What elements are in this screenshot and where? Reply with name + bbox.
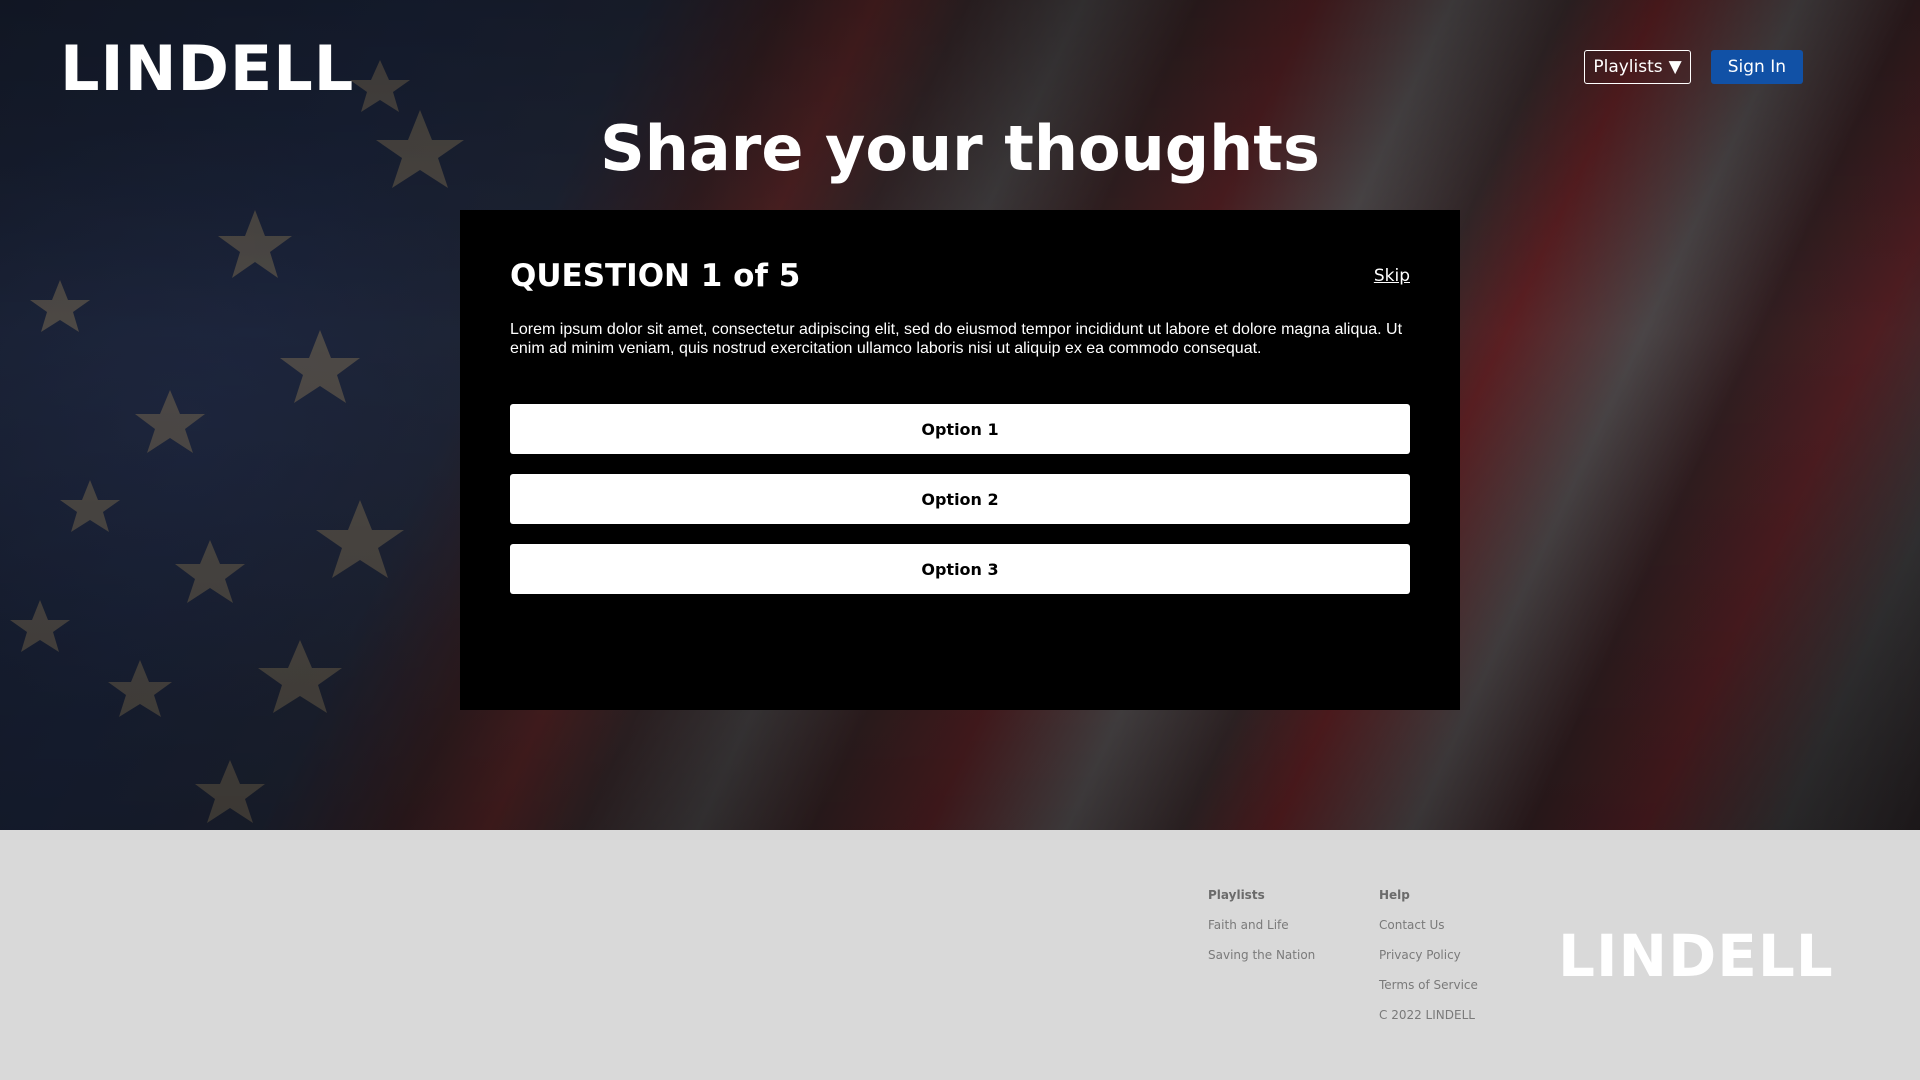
footer-logo[interactable]: LINDELL xyxy=(1558,922,1834,990)
footer-help-heading: Help xyxy=(1379,888,1410,902)
question-counter: QUESTION 1 of 5 xyxy=(510,258,801,294)
header-logo[interactable]: LINDELL xyxy=(60,32,354,105)
option-2-button[interactable]: Option 2 xyxy=(510,474,1410,524)
footer-help-column: Help Contact Us Privacy Policy Terms of … xyxy=(1379,888,1478,1038)
page-title: Share your thoughts xyxy=(600,112,1320,185)
footer-link-privacy-policy[interactable]: Privacy Policy xyxy=(1379,948,1478,978)
footer-copyright: C 2022 LINDELL xyxy=(1379,1008,1475,1022)
question-card: QUESTION 1 of 5 Skip Lorem ipsum dolor s… xyxy=(460,210,1460,710)
footer-link-faith-and-life[interactable]: Faith and Life xyxy=(1208,918,1315,948)
footer-playlists-column: Playlists Faith and Life Saving the Nati… xyxy=(1208,888,1315,978)
option-3-button[interactable]: Option 3 xyxy=(510,544,1410,594)
sign-in-button[interactable]: Sign In xyxy=(1710,50,1803,84)
footer-link-contact-us[interactable]: Contact Us xyxy=(1379,918,1478,948)
playlists-label: Playlists xyxy=(1593,57,1663,77)
skip-link[interactable]: Skip xyxy=(1374,266,1410,286)
footer-link-terms-of-service[interactable]: Terms of Service xyxy=(1379,978,1478,1008)
footer-link-saving-the-nation[interactable]: Saving the Nation xyxy=(1208,948,1315,978)
footer: Playlists Faith and Life Saving the Nati… xyxy=(0,830,1920,1080)
caret-down-icon: ▼ xyxy=(1668,57,1682,77)
playlists-dropdown-button[interactable]: Playlists ▼ xyxy=(1584,50,1691,84)
option-1-button[interactable]: Option 1 xyxy=(510,404,1410,454)
question-header: QUESTION 1 of 5 Skip xyxy=(510,258,1410,294)
answer-options: Option 1 Option 2 Option 3 xyxy=(510,404,1410,594)
question-text: Lorem ipsum dolor sit amet, consectetur … xyxy=(510,321,1403,357)
footer-playlists-heading: Playlists xyxy=(1208,888,1265,902)
header-nav: Playlists ▼ Sign In xyxy=(1584,50,1803,84)
